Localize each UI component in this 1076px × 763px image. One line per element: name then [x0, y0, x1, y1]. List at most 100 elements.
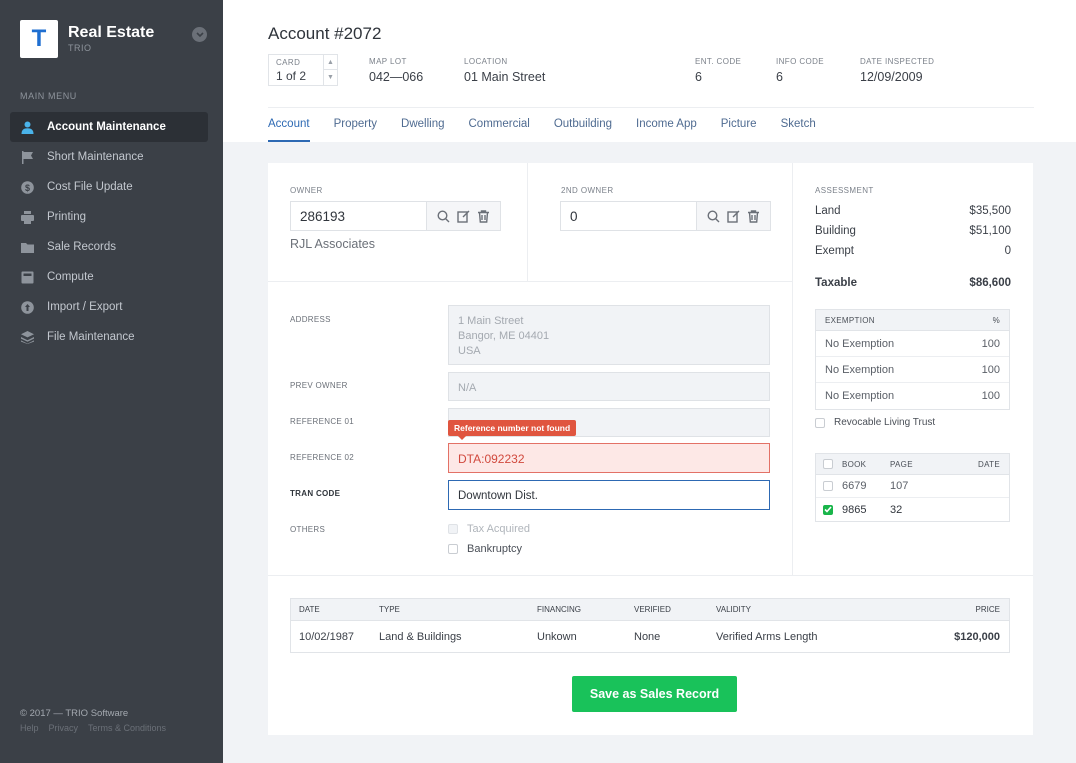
row-checkbox[interactable] — [823, 481, 833, 491]
prev-owner-field[interactable]: N/A — [448, 372, 770, 401]
flag-icon — [20, 150, 34, 164]
book-header: BOOK — [842, 459, 867, 469]
brand[interactable]: T Real Estate TRIO — [20, 20, 154, 58]
exemption-name: No Exemption — [825, 390, 895, 402]
building-label: Building — [815, 225, 856, 237]
book-value: 6679 — [842, 480, 867, 492]
sidebar-item-account-maintenance[interactable]: Account Maintenance — [10, 112, 208, 142]
page-header: PAGE — [890, 459, 913, 469]
table-row[interactable]: No Exemption 100 — [816, 357, 1009, 383]
exempt-value: 0 — [1004, 245, 1011, 257]
sidebar-item-file-maintenance[interactable]: File Maintenance — [10, 322, 208, 352]
tran-code-label: TRAN CODE — [290, 489, 341, 498]
table-row[interactable]: 9865 32 — [816, 498, 1009, 521]
table-row[interactable]: 10/02/1987 Land & Buildings Unkown None … — [291, 621, 1009, 652]
row-select-cell — [816, 504, 842, 515]
map-lot-label: MAP LOT — [369, 57, 407, 66]
sidebar-item-import-export[interactable]: Import / Export — [10, 292, 208, 322]
exempt-row: Exempt 0 — [815, 245, 1011, 257]
tab-sketch[interactable]: Sketch — [781, 108, 816, 142]
exempt-label: Exempt — [815, 245, 854, 257]
sidebar-item-label: File Maintenance — [47, 331, 135, 343]
tab-account[interactable]: Account — [268, 108, 310, 142]
folder-icon — [20, 240, 34, 254]
checkbox[interactable] — [815, 417, 825, 428]
app-logo: T — [20, 20, 58, 58]
checked-checkbox-icon[interactable] — [823, 504, 833, 515]
second-owner-label: 2ND OWNER — [561, 186, 614, 195]
tab-commercial[interactable]: Commercial — [469, 108, 530, 142]
second-owner-field[interactable]: 0 — [560, 201, 771, 231]
tran-code-field[interactable]: Downtown Dist. — [448, 480, 770, 510]
tab-income-app[interactable]: Income App — [636, 108, 697, 142]
bankruptcy-checkbox[interactable]: Bankruptcy — [448, 543, 522, 555]
bankruptcy-label: Bankruptcy — [467, 543, 523, 555]
sidebar-item-label: Cost File Update — [47, 181, 133, 193]
section-divider — [268, 281, 792, 282]
reference01-label: REFERENCE 01 — [290, 417, 355, 426]
tab-property[interactable]: Property — [334, 108, 377, 142]
sales-verified-header: VERIFIED — [634, 605, 671, 614]
second-owner-value[interactable]: 0 — [561, 209, 696, 224]
info-code-label: INFO CODE — [776, 57, 825, 66]
sidebar-item-cost-file-update[interactable]: $ Cost File Update — [10, 172, 208, 202]
save-sales-record-button[interactable]: Save as Sales Record — [572, 676, 737, 712]
copyright: © 2017 — TRIO Software — [20, 708, 129, 719]
trash-icon[interactable] — [477, 209, 490, 223]
revocable-trust-checkbox[interactable]: Revocable Living Trust — [815, 417, 935, 428]
terms-link[interactable]: Terms & Conditions — [88, 723, 166, 733]
sidebar-item-label: Compute — [47, 271, 94, 283]
chevron-down-icon[interactable] — [192, 27, 207, 42]
tax-acquired-checkbox[interactable]: Tax Acquired — [448, 523, 530, 535]
select-all-checkbox[interactable] — [823, 459, 833, 469]
calculator-icon — [20, 270, 34, 284]
revocable-trust-label: Revocable Living Trust — [834, 417, 936, 428]
date-inspected: DATE INSPECTED 12/09/2009 — [860, 57, 934, 84]
sale-verified: None — [634, 630, 661, 643]
tab-dwelling[interactable]: Dwelling — [401, 108, 444, 142]
account-panel: OWNER 286193 RJL Associates 2ND OWNER 0 … — [268, 163, 1033, 735]
owner-value[interactable]: 286193 — [291, 209, 426, 224]
ent-code: ENT. CODE 6 — [695, 57, 741, 84]
card-stepper[interactable]: CARD 1 of 2 ▲ ▼ — [268, 54, 338, 86]
tab-picture[interactable]: Picture — [721, 108, 757, 142]
building-row: Building $51,100 — [815, 225, 1011, 237]
sales-table: DATE TYPE FINANCING VERIFIED VALIDITY PR… — [290, 598, 1010, 653]
sidebar-item-compute[interactable]: Compute — [10, 262, 208, 292]
location-value: 01 Main Street — [464, 70, 546, 84]
sidebar-item-printing[interactable]: Printing — [10, 202, 208, 232]
error-tooltip: Reference number not found — [448, 420, 577, 440]
owner-field[interactable]: 286193 — [290, 201, 501, 231]
table-row[interactable]: No Exemption 100 — [816, 383, 1009, 409]
sale-date: 10/02/1987 — [299, 630, 355, 643]
import-export-icon — [20, 300, 34, 314]
taxable-value: $86,600 — [969, 277, 1011, 289]
checkbox[interactable] — [448, 544, 458, 554]
tab-outbuilding[interactable]: Outbuilding — [554, 108, 612, 142]
edit-icon[interactable] — [727, 210, 740, 223]
search-icon[interactable] — [707, 209, 720, 223]
search-icon[interactable] — [437, 209, 450, 223]
trash-icon[interactable] — [747, 209, 760, 223]
sidebar-item-short-maintenance[interactable]: Short Maintenance — [10, 142, 208, 172]
owner-divider — [527, 163, 528, 281]
chevron-down-icon[interactable]: ▼ — [324, 70, 337, 85]
tab-bar: Account Property Dwelling Commercial Out… — [268, 107, 1034, 142]
edit-icon[interactable] — [457, 210, 470, 223]
address-field[interactable]: 1 Main Street Bangor, ME 04401 USA — [448, 305, 770, 365]
sidebar-item-sale-records[interactable]: Sale Records — [10, 232, 208, 262]
table-row[interactable]: 6679 107 — [816, 475, 1009, 498]
table-row[interactable]: No Exemption 100 — [816, 331, 1009, 357]
info-code: INFO CODE 6 — [776, 57, 824, 84]
app-subtitle: TRIO — [68, 43, 92, 53]
help-link[interactable]: Help — [20, 723, 39, 733]
sales-divider — [268, 575, 1033, 576]
reference02-field[interactable]: DTA:092232 — [448, 443, 770, 473]
sales-table-header: DATE TYPE FINANCING VERIFIED VALIDITY PR… — [291, 599, 1009, 621]
chevron-up-icon[interactable]: ▲ — [324, 55, 337, 70]
privacy-link[interactable]: Privacy — [49, 723, 79, 733]
svg-text:$: $ — [24, 183, 29, 193]
page-value: 107 — [890, 480, 909, 492]
land-value: $35,500 — [969, 205, 1011, 217]
checkbox[interactable] — [448, 524, 458, 534]
